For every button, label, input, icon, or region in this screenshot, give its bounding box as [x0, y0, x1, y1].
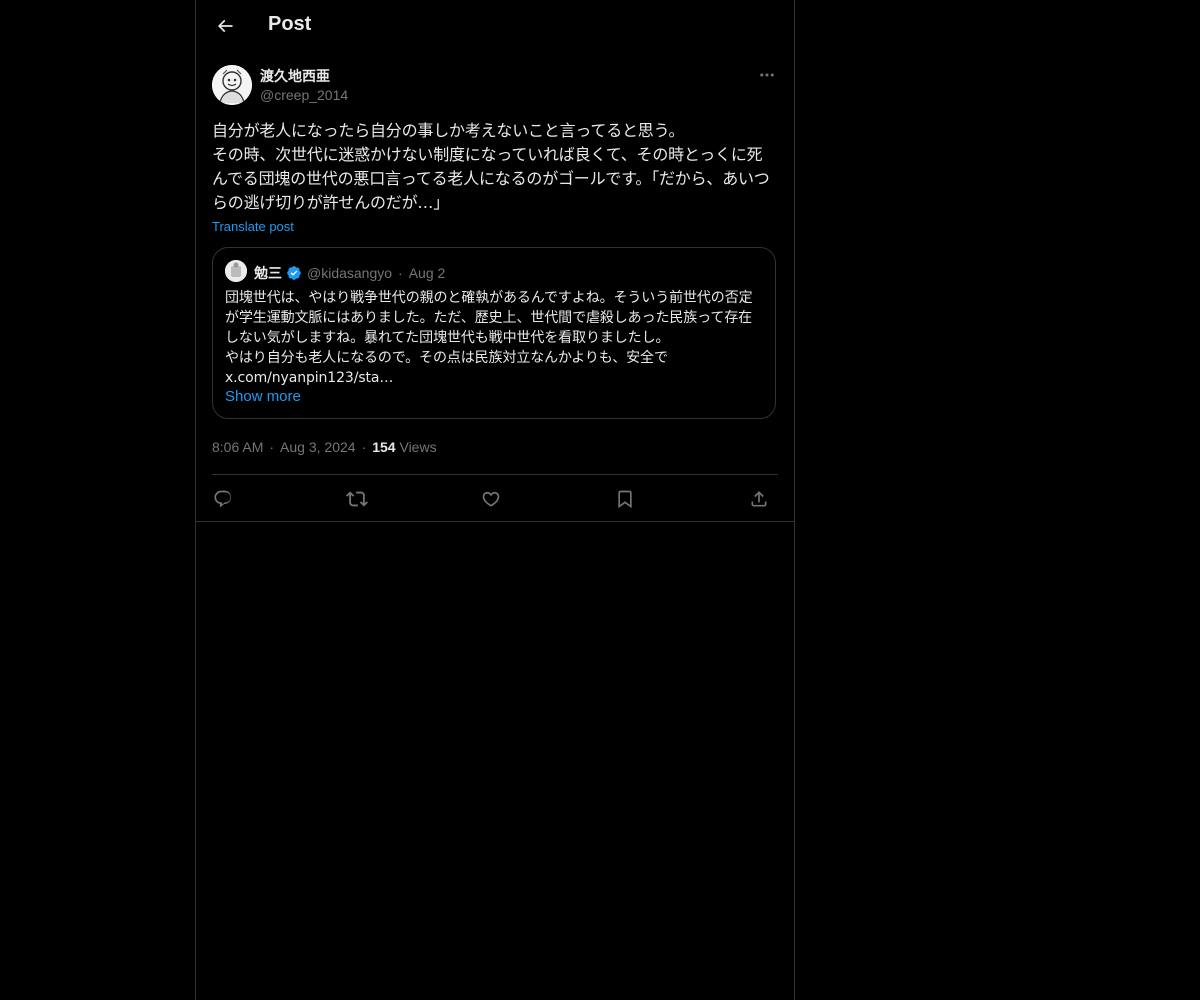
quote-author-avatar: [225, 260, 247, 282]
post-time[interactable]: 8:06 AM: [212, 439, 263, 455]
separator-dot: ·: [269, 439, 275, 455]
quote-header: 勉三 @kidasangyo · Aug 2: [254, 263, 445, 283]
author-name[interactable]: 渡久地西亜: [260, 66, 330, 86]
bookmark-icon: [615, 489, 635, 509]
share-button[interactable]: [746, 486, 772, 512]
back-button[interactable]: [208, 9, 242, 43]
avatar-illustration: [212, 65, 252, 105]
verified-badge-icon: [286, 265, 302, 281]
show-more-link[interactable]: Show more: [225, 388, 301, 405]
reply-button[interactable]: [210, 486, 236, 512]
quote-date: Aug 2: [408, 265, 446, 281]
quote-text: 団塊世代は、やはり戦争世代の親のと確執があるんですよね。そういう前世代の否定が学…: [225, 290, 753, 386]
page-title: Post: [268, 13, 312, 35]
post-bottom-border: [196, 521, 794, 522]
post-text: 自分が老人になったら自分の事しか考えないこと言ってると思う。 その時、次世代に迷…: [212, 121, 770, 212]
views-count: 154: [372, 439, 396, 455]
translate-post-link[interactable]: Translate post: [212, 219, 294, 234]
post-meta: 8:06 AM · Aug 3, 2024 · 154 Views: [212, 439, 437, 455]
post-column: Post 渡久地西亜 @creep_2014 自分が老人になったら自分の事しか考…: [195, 0, 795, 1000]
repost-icon: [346, 488, 368, 510]
reply-icon: [213, 489, 233, 509]
quoted-post[interactable]: 勉三 @kidasangyo · Aug 2 団塊世代は、やはり戦争世代の親のと…: [212, 247, 776, 419]
like-button[interactable]: [478, 486, 504, 512]
author-avatar[interactable]: [212, 65, 252, 105]
bookmark-button[interactable]: [612, 486, 638, 512]
more-dots-icon: [758, 66, 776, 84]
more-options-button[interactable]: [754, 64, 780, 86]
action-bar: [212, 476, 778, 522]
quote-author-name: 勉三: [254, 266, 282, 282]
post-header: Post: [196, 0, 794, 54]
quote-avatar-illustration: [225, 260, 247, 282]
divider: [212, 474, 778, 475]
author-handle[interactable]: @creep_2014: [260, 87, 348, 103]
separator-dot: ·: [398, 265, 403, 281]
back-arrow-icon: [215, 16, 235, 36]
views-label: Views: [399, 439, 437, 455]
repost-button[interactable]: [344, 486, 370, 512]
separator-dot: ·: [361, 439, 367, 455]
post-date[interactable]: Aug 3, 2024: [280, 439, 356, 455]
share-icon: [749, 489, 769, 509]
like-icon: [481, 489, 501, 509]
quote-author-handle: @kidasangyo: [307, 265, 393, 281]
